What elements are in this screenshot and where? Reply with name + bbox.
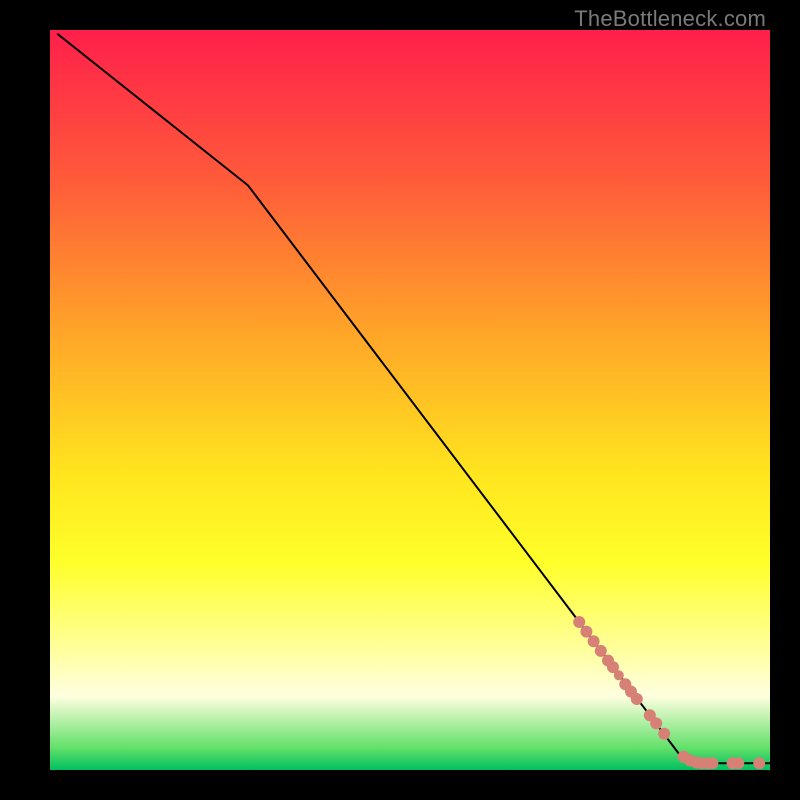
data-marker (588, 635, 600, 647)
data-marker (753, 757, 765, 769)
data-marker (614, 670, 624, 680)
data-marker (631, 693, 643, 705)
data-marker (580, 626, 592, 638)
data-marker (595, 645, 607, 657)
chart-svg (50, 30, 770, 770)
plot-area (50, 30, 770, 770)
chart-stage: TheBottleneck.com (0, 0, 800, 800)
data-marker (732, 757, 744, 769)
data-marker (658, 728, 670, 740)
watermark-text: TheBottleneck.com (574, 6, 766, 32)
data-marker (706, 757, 718, 769)
data-marker (650, 717, 662, 729)
data-marker (573, 616, 585, 628)
